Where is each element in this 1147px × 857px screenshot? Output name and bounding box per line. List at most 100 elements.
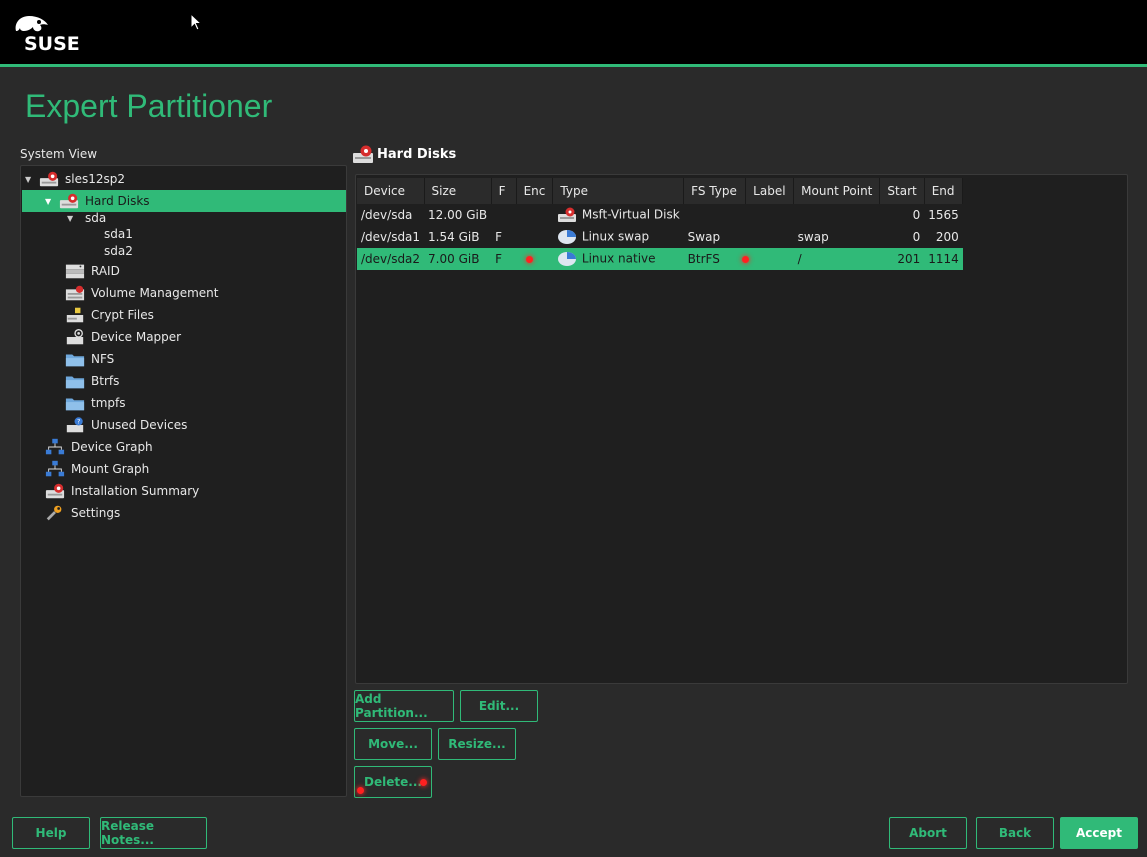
expand-arrow-icon[interactable]: ▼ bbox=[45, 197, 55, 206]
partitions-table[interactable]: Device Size F Enc Type FS Type Label Mou… bbox=[355, 174, 1128, 684]
tree-item-settings[interactable]: Settings bbox=[45, 502, 120, 524]
tree-item-raid[interactable]: RAID bbox=[65, 260, 120, 282]
cell-type: Linux swap bbox=[553, 226, 684, 248]
cell-end: 1114 bbox=[924, 248, 963, 270]
back-button[interactable]: Back bbox=[976, 817, 1054, 849]
tree-item-label: Volume Management bbox=[91, 286, 219, 300]
tree-item-btrfs[interactable]: Btrfs bbox=[65, 370, 119, 392]
tree-item-label: Btrfs bbox=[91, 374, 120, 388]
tree-item-sles12sp2[interactable]: ▼ sles12sp2 bbox=[25, 168, 345, 190]
move-button[interactable]: Move... bbox=[354, 728, 432, 760]
expand-arrow-icon[interactable]: ▼ bbox=[67, 214, 77, 223]
column-header-type[interactable]: Type bbox=[552, 178, 685, 204]
column-header-end[interactable]: End bbox=[924, 178, 964, 204]
tree-item-volume-management[interactable]: Volume Management bbox=[65, 282, 219, 304]
tree-item-label: Settings bbox=[71, 506, 121, 520]
tree-item-device-mapper[interactable]: Device Mapper bbox=[65, 326, 181, 348]
tree-item-unused-devices[interactable]: ? Unused Devices bbox=[65, 414, 187, 436]
tree-item-sda2[interactable]: sda2 bbox=[104, 243, 133, 259]
system-view-label: System View bbox=[20, 147, 98, 161]
cell-device: /dev/sda1 bbox=[361, 230, 421, 244]
column-header-device[interactable]: Device bbox=[357, 178, 425, 204]
graph-icon bbox=[45, 460, 65, 478]
label-indicator-icon bbox=[741, 256, 749, 263]
cell-enc bbox=[516, 226, 553, 248]
folder-icon bbox=[65, 350, 85, 368]
suse-logo: SUSE bbox=[12, 13, 92, 57]
hard-disk-icon bbox=[59, 192, 79, 210]
cell-type-text: Linux native bbox=[581, 251, 656, 266]
hard-disk-icon bbox=[39, 170, 59, 188]
column-header-start[interactable]: Start bbox=[879, 178, 925, 204]
partition-icon bbox=[557, 229, 577, 245]
folder-icon bbox=[65, 372, 85, 390]
cell-f: F bbox=[491, 248, 517, 270]
cell-mount-point bbox=[794, 204, 880, 226]
help-button[interactable]: Help bbox=[12, 817, 90, 849]
unused-devices-icon: ? bbox=[65, 416, 85, 434]
table-row[interactable]: /dev/sda1 1.54 GiB F Linux swap Swap swa… bbox=[357, 226, 963, 248]
encryption-indicator-icon bbox=[526, 256, 534, 263]
tree-item-nfs[interactable]: NFS bbox=[65, 348, 114, 370]
tree-item-sda[interactable]: ▼ sda bbox=[67, 209, 106, 227]
cell-device: /dev/sda bbox=[361, 208, 413, 222]
cell-enc bbox=[516, 204, 553, 226]
cell-label bbox=[746, 204, 794, 226]
top-bar: SUSE bbox=[0, 0, 1147, 67]
tree-item-installation-summary[interactable]: Installation Summary bbox=[45, 480, 199, 502]
edit-button[interactable]: Edit... bbox=[460, 690, 538, 722]
hard-disk-icon bbox=[45, 482, 65, 500]
partition-icon bbox=[557, 251, 577, 267]
cell-fs-type bbox=[684, 204, 746, 226]
page-title: Expert Partitioner bbox=[25, 88, 273, 124]
resize-button[interactable]: Resize... bbox=[438, 728, 516, 760]
accept-button[interactable]: Accept bbox=[1060, 817, 1138, 849]
cell-mount-point: / bbox=[793, 248, 880, 270]
table-row[interactable]: /dev/sda 12.00 GiB Msft-Virtual Disk 0 1… bbox=[357, 204, 963, 226]
graph-icon bbox=[45, 438, 65, 456]
tree-item-label: Crypt Files bbox=[91, 308, 154, 322]
tree-item-label: Installation Summary bbox=[71, 484, 200, 498]
suse-wordmark: SUSE bbox=[24, 33, 80, 55]
column-header-mount-point[interactable]: Mount Point bbox=[793, 178, 881, 204]
cell-enc bbox=[516, 248, 553, 270]
cell-device: /dev/sda2 bbox=[357, 248, 425, 270]
device-mapper-icon bbox=[65, 328, 85, 346]
tree-item-tmpfs[interactable]: tmpfs bbox=[65, 392, 126, 414]
cell-fs-type: BtrFS bbox=[683, 248, 746, 270]
tree-item-label: Device Graph bbox=[71, 440, 153, 454]
column-header-size[interactable]: Size bbox=[424, 178, 492, 204]
folder-icon bbox=[65, 394, 85, 412]
system-view-tree[interactable]: ▼ sles12sp2 ▼ Hard Disks ▼ sda sda1 sda2… bbox=[20, 165, 347, 797]
cell-end: 1565 bbox=[928, 208, 959, 222]
table-row-selected[interactable]: /dev/sda2 7.00 GiB F Linux native BtrFS … bbox=[357, 248, 963, 270]
cell-end: 200 bbox=[935, 230, 959, 244]
tree-item-crypt-files[interactable]: Crypt Files bbox=[65, 304, 154, 326]
column-header-f[interactable]: F bbox=[491, 178, 517, 204]
cell-type: Msft-Virtual Disk bbox=[553, 204, 684, 226]
tree-item-label: NFS bbox=[91, 352, 115, 366]
table-header-row: Device Size F Enc Type FS Type Label Mou… bbox=[357, 178, 964, 204]
cell-f bbox=[491, 204, 516, 226]
tree-item-sda1[interactable]: sda1 bbox=[104, 226, 133, 242]
tree-item-label: sles12sp2 bbox=[65, 172, 125, 186]
volume-management-icon bbox=[65, 284, 85, 302]
tree-item-label: sda1 bbox=[104, 227, 133, 241]
column-header-label[interactable]: Label bbox=[745, 178, 795, 204]
chameleon-icon bbox=[15, 16, 48, 32]
column-header-enc[interactable]: Enc bbox=[516, 178, 554, 204]
cell-type: Linux native bbox=[552, 248, 684, 270]
cell-size: 1.54 GiB bbox=[428, 230, 480, 244]
tree-item-mount-graph[interactable]: Mount Graph bbox=[45, 458, 149, 480]
cell-size: 7.00 GiB bbox=[424, 248, 492, 270]
tree-item-device-graph[interactable]: Device Graph bbox=[45, 436, 153, 458]
abort-button[interactable]: Abort bbox=[889, 817, 967, 849]
tree-item-label: Unused Devices bbox=[91, 418, 188, 432]
add-partition-button[interactable]: Add Partition... bbox=[354, 690, 454, 722]
tree-item-label: tmpfs bbox=[91, 396, 126, 410]
column-header-fs-type[interactable]: FS Type bbox=[683, 178, 747, 204]
section-title: Hard Disks bbox=[352, 144, 456, 164]
mouse-cursor-icon bbox=[190, 13, 202, 31]
expand-arrow-icon[interactable]: ▼ bbox=[25, 175, 35, 184]
release-notes-button[interactable]: Release Notes... bbox=[100, 817, 207, 849]
